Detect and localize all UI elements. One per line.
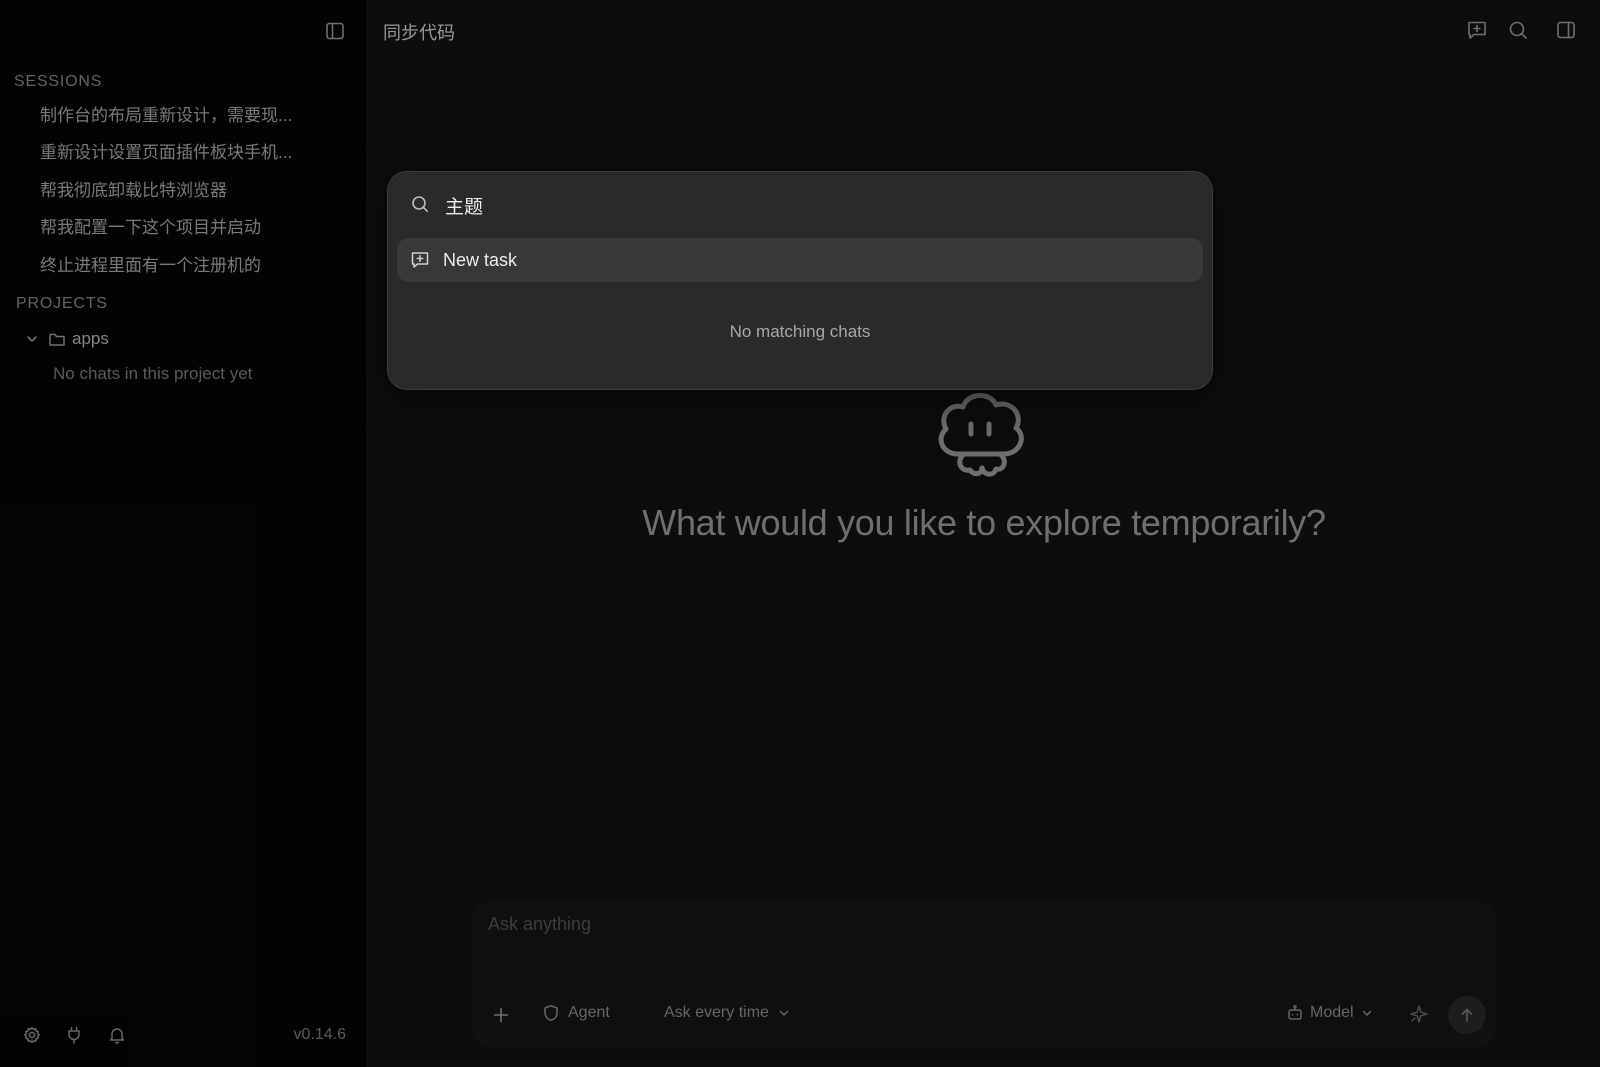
search-icon: [410, 194, 430, 214]
palette-empty-text: No matching chats: [729, 322, 871, 341]
modal-backdrop[interactable]: [0, 0, 1600, 1067]
new-chat-icon: [411, 252, 429, 268]
palette-item-label: New task: [443, 250, 518, 270]
command-palette: 主题 New task No matching chats: [387, 171, 1213, 390]
palette-item-new-task[interactable]: New task: [397, 238, 1203, 282]
palette-search-input[interactable]: 主题: [445, 192, 483, 219]
